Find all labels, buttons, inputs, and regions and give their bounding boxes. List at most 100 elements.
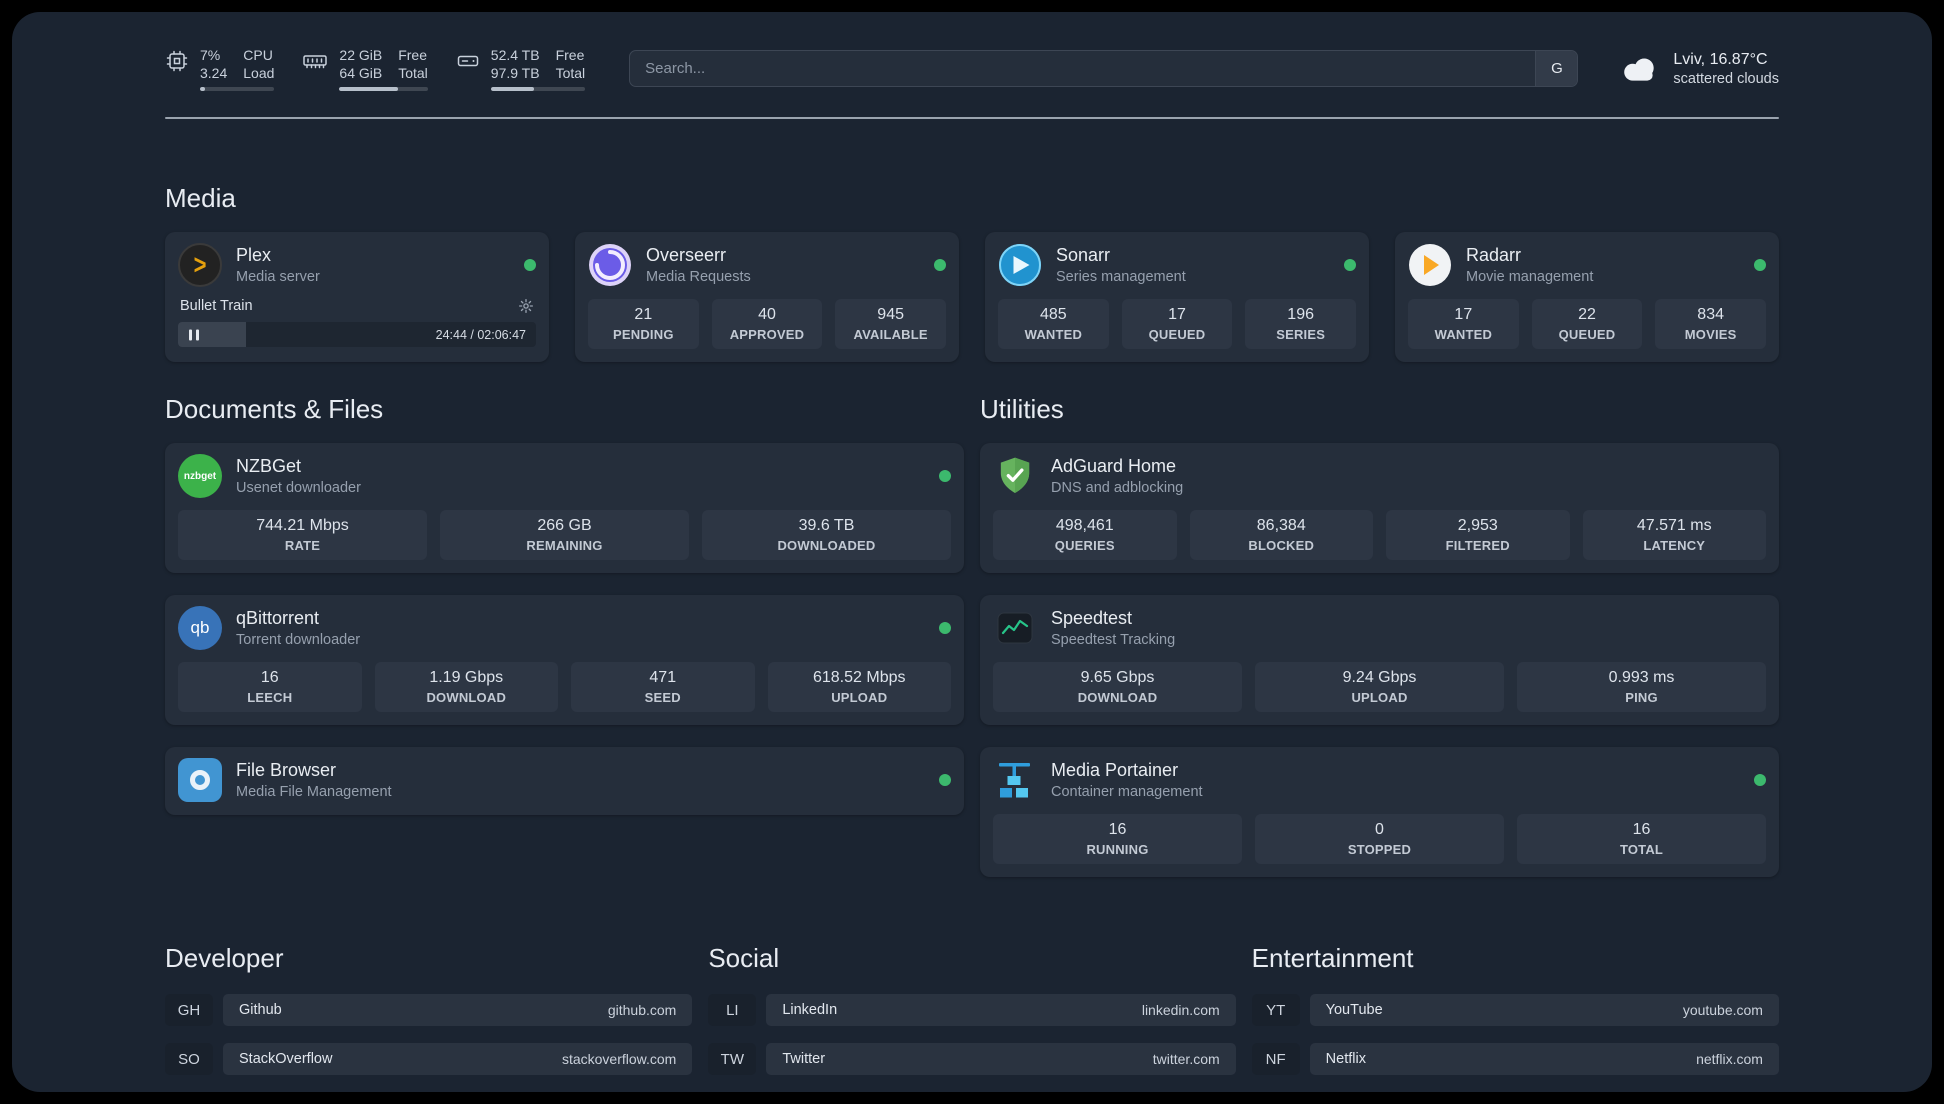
stat-value: 9.65 Gbps bbox=[1080, 669, 1155, 687]
status-dot bbox=[524, 259, 536, 272]
stat-label: FILTERED bbox=[1445, 538, 1510, 554]
stat-label: MOVIES bbox=[1684, 327, 1737, 343]
search-input[interactable] bbox=[630, 51, 1536, 87]
service-link-filebrowser[interactable]: File Browser Media File Management bbox=[178, 758, 951, 803]
plex-chevron-glyph: > bbox=[193, 249, 207, 281]
section-title-entertainment: Entertainment bbox=[1251, 943, 1414, 974]
memory-free-label: Free bbox=[398, 47, 428, 63]
service-subtitle: Series management bbox=[1056, 269, 1186, 286]
disk-free-value: 52.4 TB bbox=[490, 47, 540, 63]
status-dot bbox=[934, 259, 946, 272]
stat-label: PING bbox=[1625, 690, 1658, 706]
section-utilities: Utilities AdGuard Home DNS and adblockin… bbox=[980, 394, 1779, 878]
stat-box: 40 APPROVED bbox=[711, 299, 823, 350]
service-link-qbittorrent[interactable]: qb qBittorrent Torrent downloader bbox=[178, 606, 951, 651]
now-playing-title: Bullet Train bbox=[180, 298, 253, 315]
stat-box: 744.21 Mbps RATE bbox=[178, 510, 427, 561]
stat-label: APPROVED bbox=[729, 327, 805, 343]
service-card-overseerr: Overseerr Media Requests 21 PENDING 40 A… bbox=[575, 232, 959, 363]
bookmark-linkedin[interactable]: LI LinkedIn linkedin.com bbox=[708, 994, 1236, 1027]
now-playing-row: Bullet Train bbox=[178, 298, 536, 314]
stat-box: 16 TOTAL bbox=[1517, 814, 1766, 865]
service-name: Media Portainer bbox=[1051, 760, 1179, 781]
service-link-radarr[interactable]: Radarr Movie management bbox=[1408, 243, 1766, 287]
service-name: qBittorrent bbox=[236, 608, 320, 629]
service-subtitle: Media Requests bbox=[646, 269, 751, 286]
service-link-sonarr[interactable]: Sonarr Series management bbox=[998, 243, 1356, 287]
playback-progress-bar[interactable]: 24:44 / 02:06:47 bbox=[178, 322, 536, 348]
stat-box: 485 WANTED bbox=[998, 299, 1109, 350]
weather-condition: scattered clouds bbox=[1673, 70, 1779, 87]
service-link-overseerr[interactable]: Overseerr Media Requests bbox=[588, 243, 946, 287]
stat-box: 498,461 QUERIES bbox=[993, 510, 1177, 561]
service-link-speedtest[interactable]: Speedtest Speedtest Tracking bbox=[993, 606, 1766, 650]
bookmark-domain: stackoverflow.com bbox=[561, 1051, 677, 1068]
qbittorrent-icon: qb bbox=[178, 606, 222, 651]
bookmark-youtube[interactable]: YT YouTube youtube.com bbox=[1251, 994, 1779, 1027]
status-dot bbox=[1754, 774, 1766, 787]
stat-box: 2,953 FILTERED bbox=[1386, 510, 1570, 561]
bookmark-twitter[interactable]: TW Twitter twitter.com bbox=[708, 1043, 1236, 1076]
stat-value: 16 bbox=[1108, 821, 1127, 839]
pause-icon[interactable] bbox=[187, 329, 201, 341]
dashboard: 7% CPU 3.24 Load 22 GiB Free 64 GiB Tota… bbox=[12, 12, 1932, 1092]
stat-box: 196 SERIES bbox=[1245, 299, 1356, 350]
cpu-label-top: CPU bbox=[243, 47, 273, 63]
service-link-portainer[interactable]: Media Portainer Container management bbox=[993, 758, 1766, 802]
gear-icon[interactable] bbox=[518, 298, 534, 314]
bookmark-pill: YouTube youtube.com bbox=[1309, 994, 1779, 1027]
stat-box: 16 LEECH bbox=[178, 662, 362, 713]
service-link-nzbget[interactable]: nzbget NZBGet Usenet downloader bbox=[178, 454, 951, 499]
bookmark-name: Netflix bbox=[1325, 1051, 1366, 1068]
cpu-percent: 7% bbox=[200, 47, 221, 63]
stat-box: 266 GB REMAINING bbox=[440, 510, 689, 561]
bookmark-pill: Github github.com bbox=[223, 994, 693, 1027]
search-bar: G bbox=[629, 50, 1579, 88]
disk-widget: 52.4 TB Free 97.9 TB Total bbox=[456, 46, 586, 92]
disk-total-value: 97.9 TB bbox=[490, 65, 540, 82]
stat-label: REMAINING bbox=[526, 538, 603, 554]
stat-label: UPLOAD bbox=[1351, 690, 1408, 706]
overseerr-icon bbox=[588, 243, 632, 287]
service-name: Sonarr bbox=[1056, 245, 1111, 266]
section-title-media: Media bbox=[165, 183, 236, 214]
bookmark-name: Github bbox=[239, 1002, 282, 1019]
stat-label: SERIES bbox=[1276, 327, 1326, 343]
service-subtitle: Movie management bbox=[1466, 269, 1594, 286]
bookmark-domain: twitter.com bbox=[1152, 1051, 1220, 1068]
playback-time: 24:44 / 02:06:47 bbox=[435, 327, 526, 342]
bookmarks-developer: Developer GH Github github.com SO StackO… bbox=[165, 943, 693, 1092]
bookmark-abbr: SO bbox=[165, 1043, 213, 1076]
bookmark-name: Twitter bbox=[782, 1051, 826, 1068]
memory-icon bbox=[302, 49, 328, 73]
service-stats: 498,461 QUERIES 86,384 BLOCKED 2,953 FIL… bbox=[993, 510, 1766, 561]
stat-label: DOWNLOAD bbox=[1077, 690, 1158, 706]
service-name: Speedtest bbox=[1051, 608, 1133, 629]
stat-label: SEED bbox=[644, 690, 681, 706]
service-link-adguard[interactable]: AdGuard Home DNS and adblocking bbox=[993, 454, 1766, 498]
bookmark-github[interactable]: GH Github github.com bbox=[165, 994, 693, 1027]
status-dot bbox=[939, 470, 951, 483]
bookmark-netflix[interactable]: NF Netflix netflix.com bbox=[1251, 1043, 1779, 1076]
stat-value: 485 bbox=[1039, 306, 1067, 324]
stat-box: 0.993 ms PING bbox=[1517, 662, 1766, 713]
stat-label: WANTED bbox=[1434, 327, 1493, 343]
stat-box: 1.19 Gbps DOWNLOAD bbox=[374, 662, 558, 713]
section-title-social: Social bbox=[708, 943, 780, 974]
bookmark-pill: Twitter twitter.com bbox=[766, 1043, 1236, 1076]
bookmark-stackoverflow[interactable]: SO StackOverflow stackoverflow.com bbox=[165, 1043, 693, 1076]
stat-value: 21 bbox=[634, 306, 653, 324]
stat-value: 2,953 bbox=[1457, 517, 1498, 535]
service-stats: 16 RUNNING 0 STOPPED 16 TOTAL bbox=[993, 814, 1766, 865]
bookmark-abbr: TW bbox=[708, 1043, 757, 1076]
section-media: Media > Plex Media server Bullet Train 2… bbox=[165, 183, 1779, 363]
search-provider-button[interactable]: G bbox=[1535, 51, 1578, 87]
stat-box: 17 QUEUED bbox=[1121, 299, 1233, 350]
service-subtitle: Speedtest Tracking bbox=[1051, 632, 1176, 649]
stat-value: 945 bbox=[877, 306, 904, 324]
service-card-adguard: AdGuard Home DNS and adblocking 498,461 … bbox=[980, 443, 1779, 574]
service-link-plex[interactable]: > Plex Media server bbox=[178, 243, 536, 288]
topbar-divider bbox=[165, 117, 1779, 120]
stat-label: LEECH bbox=[247, 690, 293, 706]
stat-box: 22 QUEUED bbox=[1531, 299, 1643, 350]
